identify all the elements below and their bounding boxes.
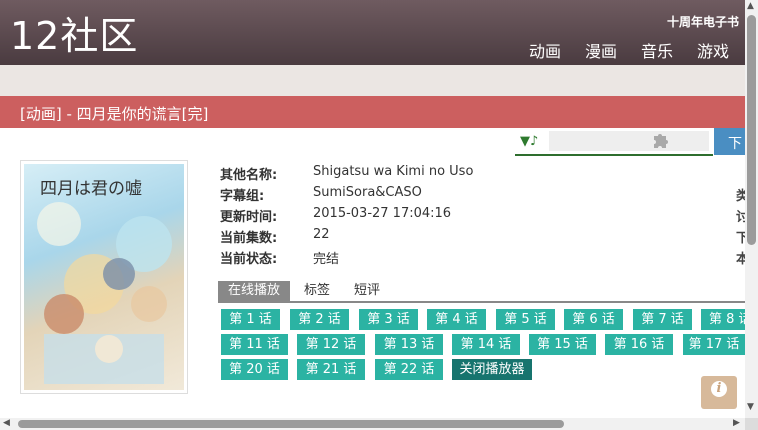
episode-button[interactable]: 第 11 话	[221, 334, 288, 355]
episode-button[interactable]: 第 14 话	[452, 334, 520, 355]
episode-button[interactable]: 第 17 话	[683, 334, 745, 355]
puzzle-icon	[652, 131, 670, 153]
nav-manga[interactable]: 漫画	[585, 38, 617, 62]
info-button[interactable]: i	[701, 376, 737, 409]
scroll-down-icon[interactable]: ▼	[747, 402, 754, 412]
episode-button[interactable]: 第 5 话	[496, 309, 555, 330]
episode-button[interactable]: 第 16 话	[605, 334, 673, 355]
info-label: 更新时间:	[220, 210, 278, 225]
episode-button[interactable]: 第 7 话	[633, 309, 692, 330]
tab-bar: 在线播放 标签 短评	[218, 281, 745, 303]
scrollbar-corner	[745, 418, 758, 430]
music-note-icon[interactable]: ▼♪	[520, 134, 538, 149]
horizontal-scroll-thumb[interactable]	[18, 420, 564, 428]
info-label: 字幕组:	[220, 189, 265, 204]
tab-online-play[interactable]: 在线播放	[218, 281, 291, 301]
episode-button[interactable]: 第 6 话	[564, 309, 623, 330]
horizontal-scrollbar[interactable]: ◀ ▶	[0, 418, 745, 430]
site-logo[interactable]: 12社区	[10, 12, 138, 60]
episode-button[interactable]: 第 15 话	[529, 334, 596, 355]
episode-button[interactable]: 第 1 话	[221, 309, 280, 330]
info-value: 完结	[313, 252, 340, 267]
episode-button[interactable]: 第 4 话	[427, 309, 486, 330]
download-label: 下	[728, 136, 742, 152]
vertical-scrollbar[interactable]: ▲ ▼	[745, 0, 758, 418]
audio-player[interactable]: ▼♪	[515, 130, 713, 156]
episode-button[interactable]: 第 21 话	[297, 359, 365, 380]
info-value: 2015-03-27 17:04:16	[313, 206, 452, 221]
tab-tags[interactable]: 标签	[304, 281, 330, 301]
cover-image: 四月は君の嘘	[20, 160, 188, 394]
info-icon: i	[711, 381, 727, 397]
info-value: SumiSora&CASO	[313, 185, 422, 200]
info-label: 当前集数:	[220, 231, 278, 246]
episode-button[interactable]: 第 22 话	[375, 359, 443, 380]
sub-header-band	[0, 65, 745, 96]
info-label: 当前状态:	[220, 252, 278, 267]
episode-button[interactable]: 第 8 话	[701, 309, 745, 330]
info-label: 其他名称:	[220, 168, 278, 183]
cover-title: 四月は君の嘘	[40, 179, 142, 199]
anniversary-link[interactable]: 十周年电子书	[667, 13, 739, 30]
title-bar: [动画] - 四月是你的谎言[完]	[0, 96, 745, 128]
page-title: [动画] - 四月是你的谎言[完]	[20, 105, 209, 123]
close-player-button[interactable]: 关闭播放器	[452, 359, 532, 380]
scroll-right-icon[interactable]: ▶	[733, 418, 740, 428]
info-value: Shigatsu wa Kimi no Uso	[313, 164, 474, 179]
download-button[interactable]: 下	[714, 128, 745, 155]
vertical-scroll-thumb[interactable]	[747, 15, 756, 245]
tab-short-reviews[interactable]: 短评	[354, 281, 380, 301]
episode-button[interactable]: 第 2 话	[290, 309, 349, 330]
episode-button[interactable]: 第 12 话	[297, 334, 365, 355]
nav-games[interactable]: 游戏	[697, 38, 729, 62]
player-plugin-area	[549, 131, 709, 151]
main-nav: 动画 漫画 音乐 游戏	[529, 38, 729, 62]
nav-music[interactable]: 音乐	[641, 38, 673, 62]
nav-anime[interactable]: 动画	[529, 38, 561, 62]
site-header: 12社区 十周年电子书 动画 漫画 音乐 游戏	[0, 0, 745, 65]
episode-button[interactable]: 第 20 话	[221, 359, 288, 380]
episode-button[interactable]: 第 3 话	[359, 309, 418, 330]
episode-button[interactable]: 第 13 话	[375, 334, 443, 355]
cover-artwork: 四月は君の嘘	[24, 164, 184, 390]
scroll-up-icon[interactable]: ▲	[747, 1, 754, 11]
info-value: 22	[313, 227, 330, 242]
scroll-left-icon[interactable]: ◀	[3, 418, 10, 428]
